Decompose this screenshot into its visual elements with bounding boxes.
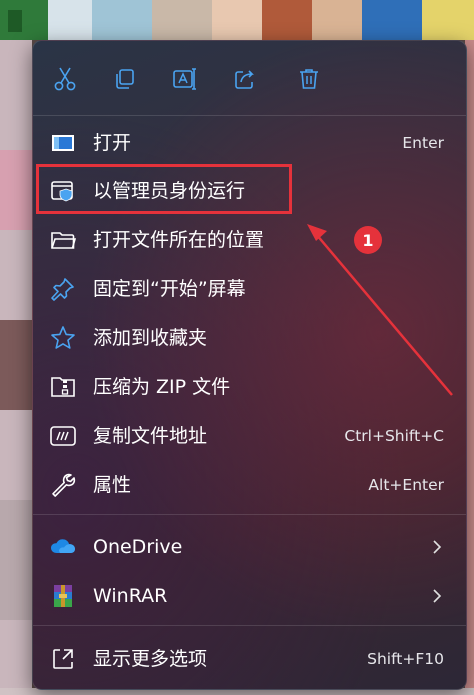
annotation-arrow <box>307 224 453 396</box>
annotation-badge: 1 <box>354 226 382 254</box>
